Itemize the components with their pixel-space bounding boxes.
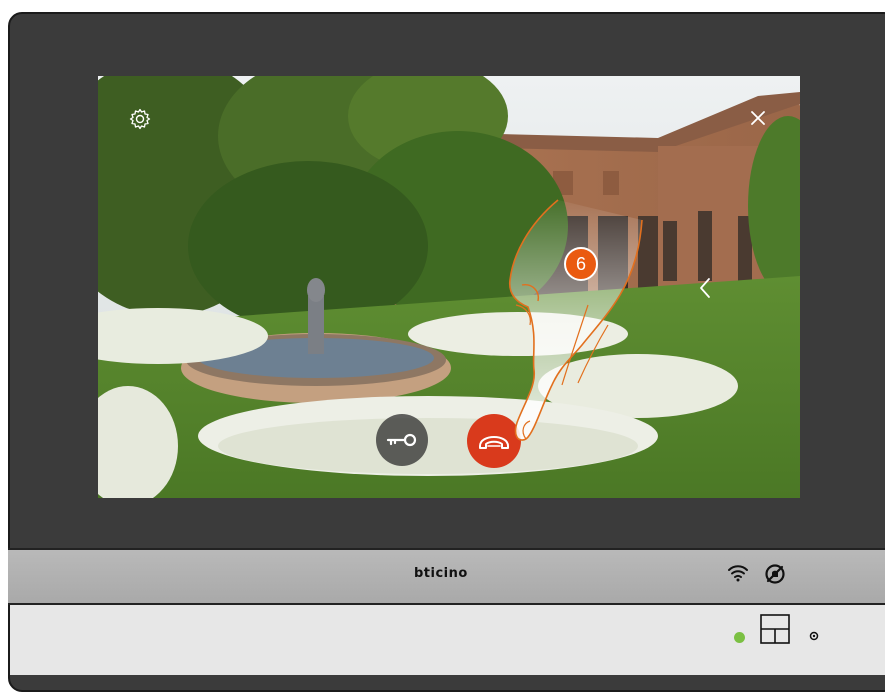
microphone-dot-icon <box>809 631 819 641</box>
key-icon <box>386 433 417 447</box>
brand-logo: bticino <box>414 566 468 581</box>
close-icon[interactable] <box>749 109 767 127</box>
door-unlock-button[interactable] <box>376 414 428 466</box>
status-led <box>734 632 745 643</box>
garden-scene-image <box>98 76 800 498</box>
mute-icon <box>765 564 785 584</box>
camera-video-feed <box>98 76 800 498</box>
step-number-badge: 6 <box>564 247 598 281</box>
chevron-left-icon[interactable] <box>696 276 714 300</box>
hangup-button[interactable] <box>467 414 521 468</box>
home-layout-icon[interactable] <box>760 614 790 644</box>
gear-icon[interactable] <box>128 107 152 131</box>
phone-hangup-icon <box>479 436 509 449</box>
bottom-panel <box>8 605 885 675</box>
wifi-icon <box>728 565 748 582</box>
